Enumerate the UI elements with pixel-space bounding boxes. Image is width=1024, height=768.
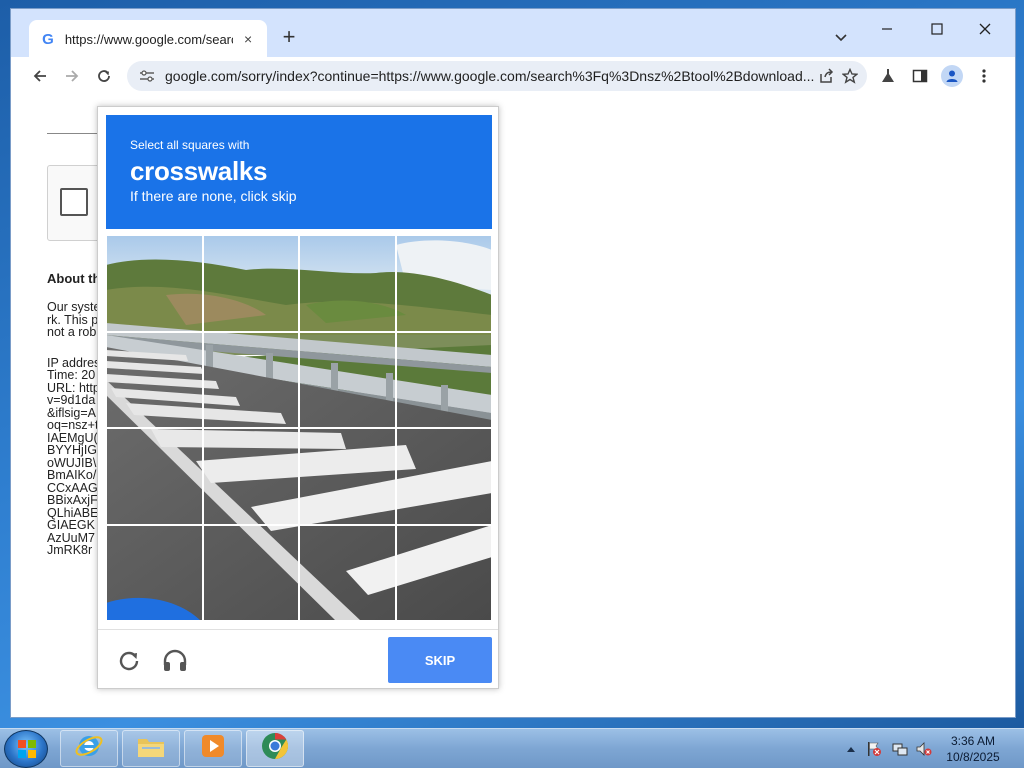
audio-challenge-headphones-icon[interactable]: [160, 646, 190, 676]
back-arrow-icon[interactable]: [27, 63, 53, 89]
captcha-tile[interactable]: [106, 331, 203, 428]
tab-close-icon[interactable]: ×: [239, 30, 257, 48]
start-button[interactable]: [4, 730, 48, 768]
captcha-tile[interactable]: [106, 235, 203, 332]
chrome-icon: [260, 731, 290, 766]
bg-line: oq=nsz+t: [47, 418, 99, 432]
captcha-tile[interactable]: [202, 428, 299, 525]
show-hidden-icons-icon[interactable]: [844, 729, 858, 768]
bg-line: Our syste: [47, 300, 101, 314]
captcha-instruction: Select all squares with: [130, 138, 250, 152]
new-tab-button[interactable]: +: [277, 24, 301, 49]
captcha-tile[interactable]: [299, 235, 396, 332]
volume-muted-icon[interactable]: [914, 729, 934, 768]
captcha-header: Select all squares with crosswalks If th…: [106, 115, 492, 229]
side-panel-icon[interactable]: [909, 65, 931, 87]
captcha-tile[interactable]: [299, 524, 396, 621]
more-menu-icon[interactable]: [973, 65, 995, 87]
captcha-tile[interactable]: [106, 524, 203, 621]
forward-arrow-icon[interactable]: [59, 63, 85, 89]
bg-line: GIAEGK: [47, 518, 95, 532]
maximize-button[interactable]: [917, 15, 957, 43]
skip-button[interactable]: SKIP: [388, 637, 492, 683]
address-bar[interactable]: google.com/sorry/index?continue=https://…: [127, 61, 867, 91]
captcha-tile[interactable]: [202, 524, 299, 621]
windows-logo-icon: [18, 740, 36, 758]
folder-icon: [136, 733, 166, 764]
captcha-tile[interactable]: [202, 331, 299, 428]
url-text[interactable]: google.com/sorry/index?continue=https://…: [165, 68, 815, 84]
clock-time: 3:36 AM: [950, 734, 996, 748]
browser-tab[interactable]: G https://www.google.com/search ×: [29, 20, 267, 58]
taskbar-internet-explorer[interactable]: [60, 730, 118, 767]
taskbar-file-explorer[interactable]: [122, 730, 180, 767]
captcha-tile[interactable]: [106, 428, 203, 525]
taskbar-chrome[interactable]: [246, 730, 304, 767]
bg-line: BYYHjIG: [47, 443, 98, 457]
captcha-tile[interactable]: [202, 235, 299, 332]
bg-line: [47, 339, 101, 357]
google-favicon-icon: G: [42, 30, 54, 48]
reload-challenge-icon[interactable]: [114, 646, 144, 676]
tab-strip: G https://www.google.com/search × +: [11, 9, 1015, 58]
share-icon[interactable]: [815, 65, 837, 87]
media-player-icon: [200, 733, 226, 764]
clock-date: 10/8/2025: [946, 750, 1000, 764]
close-window-button[interactable]: [965, 15, 1005, 43]
minimize-button[interactable]: [867, 15, 907, 43]
browser-toolbar: google.com/sorry/index?continue=https://…: [11, 57, 1015, 95]
action-center-flag-icon[interactable]: [864, 729, 884, 768]
captcha-tile[interactable]: [395, 524, 492, 621]
network-icon[interactable]: [890, 729, 910, 768]
bg-line: v=9d1da: [47, 393, 96, 407]
taskbar: 3:36 AM 10/8/2025: [0, 728, 1024, 768]
labs-flask-icon[interactable]: [877, 65, 899, 87]
background-heading: About th: [47, 271, 101, 286]
tab-title: https://www.google.com/search: [64, 31, 234, 47]
captcha-footer: SKIP: [98, 629, 498, 689]
bg-line: JmRK8r: [47, 543, 93, 557]
captcha-tile[interactable]: [395, 235, 492, 332]
reload-icon[interactable]: [91, 63, 117, 89]
internet-explorer-icon: [74, 731, 104, 766]
captcha-tile[interactable]: [395, 428, 492, 525]
bg-line: not a rob: [47, 325, 97, 339]
bg-line: BBixAxjF: [47, 493, 98, 507]
bg-line: Time: 20: [47, 368, 96, 382]
taskbar-media-player[interactable]: [184, 730, 242, 767]
captcha-hint: If there are none, click skip: [130, 188, 297, 204]
captcha-tile[interactable]: [299, 428, 396, 525]
system-clock[interactable]: 3:36 AM 10/8/2025: [936, 733, 1010, 765]
tab-search-chevron-icon[interactable]: [831, 27, 851, 47]
bg-line: BmAIKo/: [47, 468, 97, 482]
captcha-target: crosswalks: [130, 156, 268, 186]
captcha-challenge: Select all squares with crosswalks If th…: [97, 106, 499, 689]
profile-avatar-icon[interactable]: [941, 65, 963, 87]
captcha-tile[interactable]: [395, 331, 492, 428]
background-text: Our syste rk. This p not a rob IP addres…: [47, 301, 101, 557]
bookmark-star-icon[interactable]: [839, 65, 861, 87]
captcha-tile[interactable]: [299, 331, 396, 428]
site-info-tune-icon[interactable]: [139, 68, 155, 84]
recaptcha-checkbox[interactable]: [60, 188, 88, 216]
captcha-image-grid: [106, 235, 492, 621]
